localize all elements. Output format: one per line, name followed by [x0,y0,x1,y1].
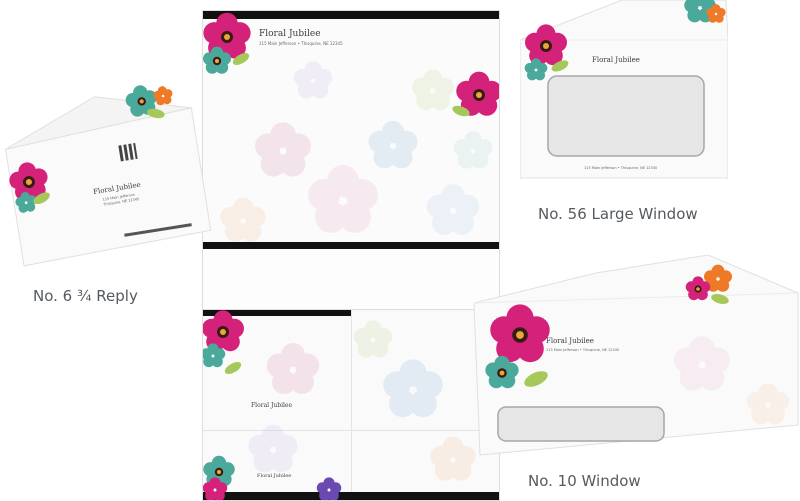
reply-envelope-graphic [4,82,212,267]
caption-window10: No. 10 Window [528,472,641,490]
letterhead-sheet: Floral Jubilee 115 Main Jefferson • This… [202,10,500,251]
letterhead-address: 115 Main Jefferson • Thisquine, NE 12345 [259,41,343,46]
large-window-envelope: Floral Jubilee 115 Main Jefferson • This… [520,0,728,180]
large-window-envelope-graphic [520,0,728,179]
blank-sheet [202,249,500,310]
window10-envelope: Floral Jubilee 115 Main Jefferson • This… [472,255,800,465]
card-floral-pattern [203,310,476,500]
window10-address: 115 Main Jefferson • Thisquine, NE 12345 [546,348,620,352]
flower-icon-cluster [203,12,499,119]
caption-large-window: No. 56 Large Window [538,205,698,223]
large-window-address: 115 Main Jefferson • Thisquine, NE 12345 [584,166,658,170]
window10-envelope-graphic [473,255,799,456]
card-brand-name: Floral Jubilee [251,402,293,409]
card-brand-name-lower: Floral Jubilee [257,473,292,479]
reply-envelope: Floral Jubilee 115 Main Jefferson Thisqu… [0,72,216,269]
letterhead-brand-name: Floral Jubilee [259,29,321,39]
window10-brand-name: Floral Jubilee [546,337,594,345]
letterhead-floral-pattern [203,12,499,242]
card-sheet: Floral Jubilee Floral Jubilee [202,309,500,501]
address-window [497,406,665,442]
large-window-brand-name: Floral Jubilee [592,56,640,64]
address-window [547,75,705,157]
caption-reply: No. 6 ¾ Reply [33,287,138,305]
